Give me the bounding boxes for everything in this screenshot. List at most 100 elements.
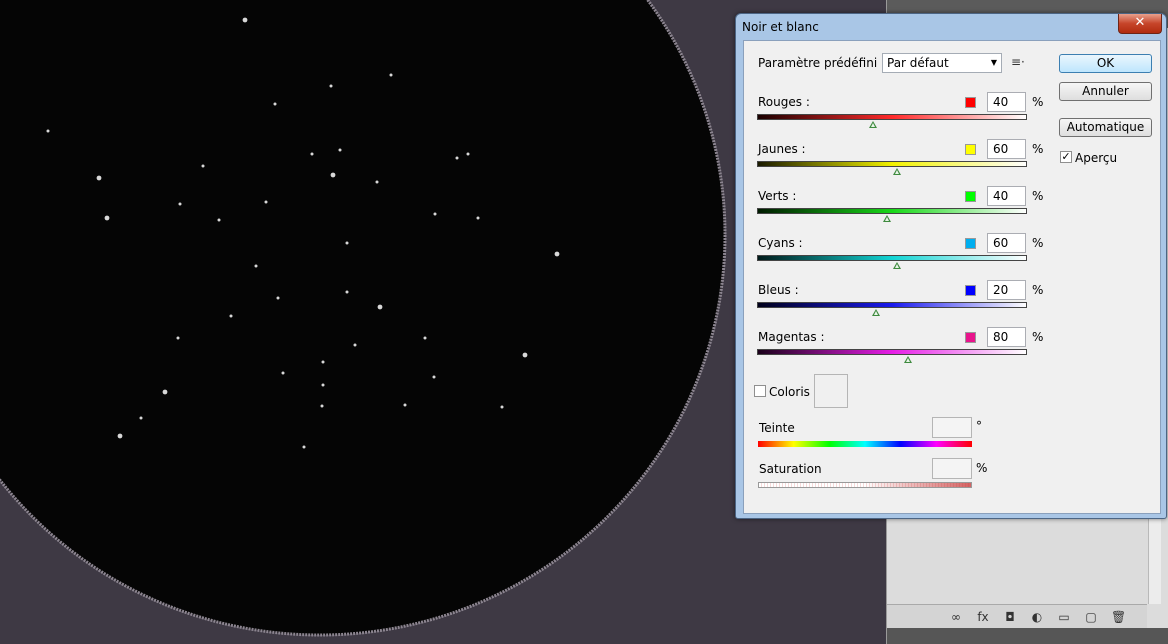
slider-value-input[interactable]: 80 [987,327,1026,347]
layers-toolbar: ∞ fx ◘ ◐ ▭ ▢ 🗑 [887,604,1147,628]
list-menu-icon[interactable]: ≡· [1011,55,1025,69]
color-swatch [965,97,976,108]
star [178,202,182,206]
color-swatch [965,285,976,296]
cancel-button[interactable]: Annuler [1059,82,1152,101]
slider-value-input[interactable]: 20 [987,280,1026,300]
trash-icon[interactable]: 🗑 [1111,610,1126,624]
star [302,445,306,449]
dialog-titlebar[interactable]: Noir et blanc ✕ [736,14,1166,40]
star [276,296,280,300]
star [353,343,357,347]
hue-input[interactable] [932,417,972,438]
slider-thumb[interactable] [904,356,913,363]
star [338,148,342,152]
star [476,216,480,220]
star [201,164,205,168]
preset-label: Paramètre prédéfini : [758,56,886,70]
mask-icon[interactable]: ◘ [1003,610,1017,624]
star [403,403,407,407]
hue-unit: ° [976,419,982,433]
percent-unit: % [1032,142,1044,156]
star [389,73,393,77]
star [104,215,110,221]
star [321,383,325,387]
star [310,152,314,156]
auto-button[interactable]: Automatique [1059,118,1152,137]
black-white-dialog: Noir et blanc ✕ Paramètre prédéfini : Pa… [735,13,1167,519]
star [375,180,379,184]
star [329,84,333,88]
hue-label: Teinte [759,421,795,435]
slider-track[interactable] [757,302,1027,308]
percent-unit: % [1032,283,1044,297]
star [217,218,221,222]
star [46,129,50,133]
color-swatch [965,332,976,343]
dialog-body: Paramètre prédéfini : Par défaut ▼ ≡· Ro… [743,40,1161,514]
percent-unit: % [1032,95,1044,109]
slider-track[interactable] [757,255,1027,261]
adjustment-icon[interactable]: ◐ [1030,610,1044,624]
slider-label: Verts : [758,189,797,203]
tint-checkbox[interactable] [754,385,766,397]
percent-unit: % [1032,330,1044,344]
slider-label: Rouges : [758,95,810,109]
star [242,17,248,23]
slider-label: Cyans : [758,236,803,250]
preview-label: Aperçu [1075,151,1118,165]
star [139,416,143,420]
saturation-slider-track[interactable] [758,482,972,488]
hue-slider-track[interactable] [758,441,972,447]
slider-value-input[interactable]: 40 [987,186,1026,206]
close-button[interactable]: ✕ [1118,14,1162,34]
star [423,336,427,340]
slider-label: Magentas : [758,330,825,344]
slider-thumb[interactable] [882,215,891,222]
color-swatch [965,144,976,155]
preview-checkbox[interactable]: ✓ [1060,151,1072,163]
slider-track[interactable] [757,208,1027,214]
slider-value-input[interactable]: 60 [987,233,1026,253]
slider-thumb[interactable] [871,309,880,316]
star [330,172,336,178]
star [321,360,325,364]
link-icon[interactable]: ∞ [949,610,963,624]
percent-unit: % [1032,236,1044,250]
tint-color-swatch[interactable] [814,374,848,408]
tint-label: Coloris [769,385,810,399]
slider-track[interactable] [757,161,1027,167]
slider-thumb[interactable] [893,262,902,269]
saturation-input[interactable] [932,458,972,479]
star [345,290,349,294]
slider-track[interactable] [757,114,1027,120]
slider-value-input[interactable]: 40 [987,92,1026,112]
slider-value-input[interactable]: 60 [987,139,1026,159]
slider-thumb[interactable] [869,121,878,128]
star [500,405,504,409]
star [345,241,349,245]
star [432,375,436,379]
slider-label: Bleus : [758,283,799,297]
ok-button[interactable]: OK [1059,54,1152,73]
fx-icon[interactable]: fx [976,610,990,624]
star [229,314,233,318]
check-icon: ✓ [1061,150,1071,163]
star [264,200,268,204]
color-swatch [965,238,976,249]
star [162,389,168,395]
close-icon: ✕ [1134,15,1146,30]
preset-select[interactable]: Par défaut ▼ [882,53,1002,73]
saturation-label: Saturation [759,462,822,476]
panel-footer [887,628,1168,644]
new-layer-icon[interactable]: ▢ [1084,610,1098,624]
slider-thumb[interactable] [893,168,902,175]
star [554,251,560,257]
folder-icon[interactable]: ▭ [1057,610,1071,624]
dialog-title: Noir et blanc [742,20,819,34]
slider-label: Jaunes : [758,142,806,156]
star [466,152,470,156]
star [254,264,258,268]
slider-track[interactable] [757,349,1027,355]
star [273,102,277,106]
